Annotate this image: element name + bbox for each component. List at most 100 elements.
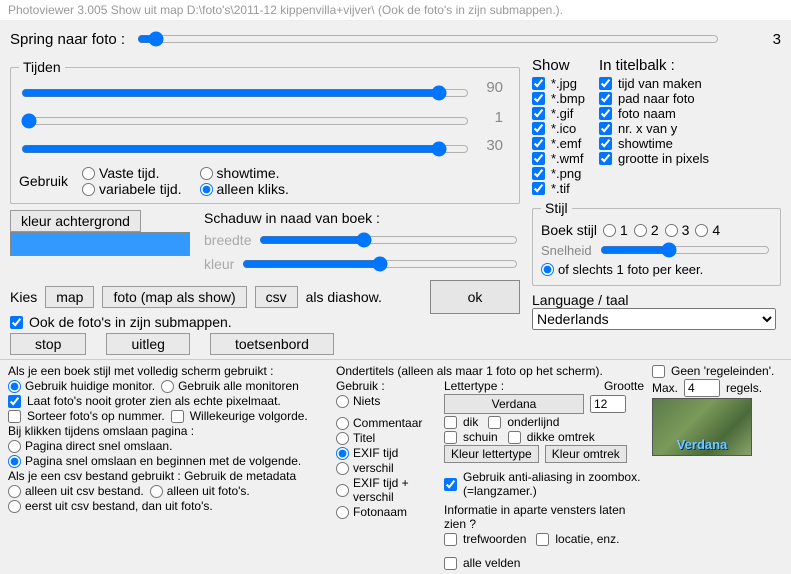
radio-alleen-kliks[interactable]: alleen kliks. [200, 181, 289, 197]
snelheid-label: Snelheid [541, 243, 592, 258]
radio-titel[interactable]: Titel [336, 431, 436, 445]
toetsenbord-button[interactable]: toetsenbord [210, 333, 334, 355]
stijl-group: Stijl Boek stijl 1 2 3 4 Snelheid of sle… [532, 200, 781, 286]
regels-label: regels. [726, 381, 762, 395]
font-family-select[interactable]: Verdana [444, 394, 584, 414]
kleur-lettertype-button[interactable]: Kleur lettertype [444, 445, 539, 463]
check-trefwoorden[interactable]: trefwoorden [444, 532, 526, 546]
check-pad-foto[interactable]: pad naar foto [599, 91, 709, 106]
radio-foto-only[interactable]: alleen uit foto's. [150, 484, 250, 498]
ok-button[interactable]: ok [430, 280, 520, 314]
max-regels-spinner[interactable] [684, 379, 720, 397]
kies-csv-button[interactable]: csv [255, 286, 298, 308]
background-color-button[interactable]: kleur achtergrond [10, 210, 141, 232]
check-wmf[interactable]: *.wmf [532, 151, 585, 166]
radio-direct-omslaan[interactable]: Pagina direct snel omslaan. [8, 439, 328, 453]
radio-exif-verschil[interactable]: EXIF tijd + verschil [336, 476, 436, 504]
stijl-legend: Stijl [541, 200, 572, 216]
kies-map-button[interactable]: map [45, 286, 94, 308]
check-grootte-px[interactable]: grootte in pixels [599, 151, 709, 166]
check-showtime[interactable]: showtime [599, 136, 709, 151]
boekstijl-4[interactable]: 4 [695, 222, 720, 238]
titlebar-options-group: In titelbalk : tijd van maken pad naar f… [599, 57, 709, 196]
titelbalk-head: In titelbalk : [599, 57, 709, 74]
radio-variabele-tijd[interactable]: variabele tijd. [82, 181, 182, 197]
window-titlebar: Photoviewer 3.005 Show uit map D:\foto's… [0, 0, 791, 21]
check-onderlijnd[interactable]: onderlijnd [488, 415, 559, 429]
check-anti-aliasing[interactable]: Gebruik anti-aliasing in zoombox. (=lang… [444, 470, 644, 498]
font-column: Lettertype : Grootte Verdana dik onderli… [444, 364, 644, 570]
radio-verschil[interactable]: verschil [336, 461, 436, 475]
background-color-preview[interactable] [10, 232, 190, 256]
check-emf[interactable]: *.emf [532, 136, 585, 151]
check-willekeurig[interactable]: Willekeurige volgorde. [171, 409, 308, 423]
uitleg-button[interactable]: uitleg [106, 333, 189, 355]
language-label: Language / taal [532, 292, 781, 308]
bookstyle-header: Als je een boek stijl met volledig scher… [8, 364, 328, 378]
radio-vaste-tijd[interactable]: Vaste tijd. [82, 165, 182, 181]
kies-foto-button[interactable]: foto (map als show) [102, 286, 246, 308]
show-filetypes-group: Show *.jpg *.bmp *.gif *.ico *.emf *.wmf… [532, 57, 585, 196]
radio-alle-monitoren[interactable]: Gebruik alle monitoren [161, 379, 299, 393]
check-foto-naam[interactable]: foto naam [599, 106, 709, 121]
radio-omslaan-volgende[interactable]: Pagina snel omslaan en beginnen met de v… [8, 454, 328, 468]
check-sorteer-nummer[interactable]: Sorteer foto's op nummer. [8, 409, 165, 423]
tijden-val-2: 1 [495, 109, 503, 126]
radio-csv-then-foto[interactable]: eerst uit csv bestand, dan uit foto's. [8, 499, 328, 513]
schaduw-breedte-label: breedte [204, 232, 251, 248]
window-title: Photoviewer 3.005 Show uit map D:\foto's… [8, 3, 563, 17]
check-tif[interactable]: *.tif [532, 181, 585, 196]
boekstijl-3[interactable]: 3 [665, 222, 690, 238]
jump-slider[interactable] [137, 29, 719, 49]
check-ico[interactable]: *.ico [532, 121, 585, 136]
check-dikke-omtrek[interactable]: dikke omtrek [508, 430, 595, 444]
check-pixelmaat[interactable]: Laat foto's nooit groter zien als echte … [8, 394, 328, 408]
check-tijd-maken[interactable]: tijd van maken [599, 76, 709, 91]
gebruik-sub-label: Gebruik : [336, 379, 436, 393]
tijden-slider-3[interactable] [21, 139, 469, 159]
check-geen-regeleinden[interactable]: Geen 'regeleinden'. [652, 364, 783, 378]
radio-niets[interactable]: Niets [336, 394, 436, 408]
font-preview-text: Verdana [677, 437, 728, 452]
check-png[interactable]: *.png [532, 166, 585, 181]
submappen-checkbox[interactable]: Ook de foto's in zijn submappen. [10, 314, 520, 330]
check-bmp[interactable]: *.bmp [532, 91, 585, 106]
schaduw-breedte-slider[interactable] [259, 230, 518, 250]
font-size-spinner[interactable] [590, 395, 626, 413]
slechts-1-foto[interactable]: of slechts 1 foto per keer. [541, 262, 703, 277]
language-select[interactable]: Nederlands [532, 308, 776, 330]
boekstijl-1[interactable]: 1 [603, 222, 628, 238]
kleur-omtrek-button[interactable]: Kleur omtrek [545, 445, 627, 463]
preview-column: Geen 'regeleinden'. Max. regels. Verdana [652, 364, 783, 456]
check-locatie[interactable]: locatie, enz. [536, 532, 619, 546]
radio-csv-only[interactable]: alleen uit csv bestand. [8, 484, 144, 498]
schaduw-kleur-label: kleur [204, 256, 234, 272]
ondertitels-header: Ondertitels (alleen als maar 1 foto op h… [336, 364, 436, 378]
check-nr-xy[interactable]: nr. x van y [599, 121, 709, 136]
check-alle-velden[interactable]: alle velden [444, 556, 520, 570]
omslaan-header: Bij klikken tijdens omslaan pagina : [8, 424, 328, 438]
radio-commentaar[interactable]: Commentaar [336, 416, 436, 430]
radio-exif-tijd[interactable]: EXIF tijd [336, 446, 436, 460]
check-jpg[interactable]: *.jpg [532, 76, 585, 91]
check-schuin[interactable]: schuin [444, 430, 498, 444]
stop-button[interactable]: stop [10, 333, 86, 355]
tijden-legend: Tijden [19, 59, 65, 75]
snelheid-slider[interactable] [600, 240, 770, 260]
max-label: Max. [652, 381, 678, 395]
tijden-slider-2[interactable] [21, 111, 469, 131]
radio-fotonaam[interactable]: Fotonaam [336, 505, 436, 519]
schaduw-kleur-slider[interactable] [242, 254, 518, 274]
tijden-slider-1[interactable] [21, 83, 469, 103]
radio-showtime[interactable]: showtime. [200, 165, 289, 181]
als-diashow-label: als diashow. [306, 289, 382, 305]
font-preview-thumbnail: Verdana [652, 398, 752, 456]
gebruik-label: Gebruik [19, 173, 68, 189]
tijden-val-3: 30 [486, 137, 503, 154]
info-vensters-label: Informatie in aparte vensters laten zien… [444, 503, 644, 531]
check-dik[interactable]: dik [444, 415, 478, 429]
check-gif[interactable]: *.gif [532, 106, 585, 121]
radio-huidige-monitor[interactable]: Gebruik huidige monitor. [8, 379, 155, 393]
lettertype-label: Lettertype : [444, 379, 504, 393]
boekstijl-2[interactable]: 2 [634, 222, 659, 238]
